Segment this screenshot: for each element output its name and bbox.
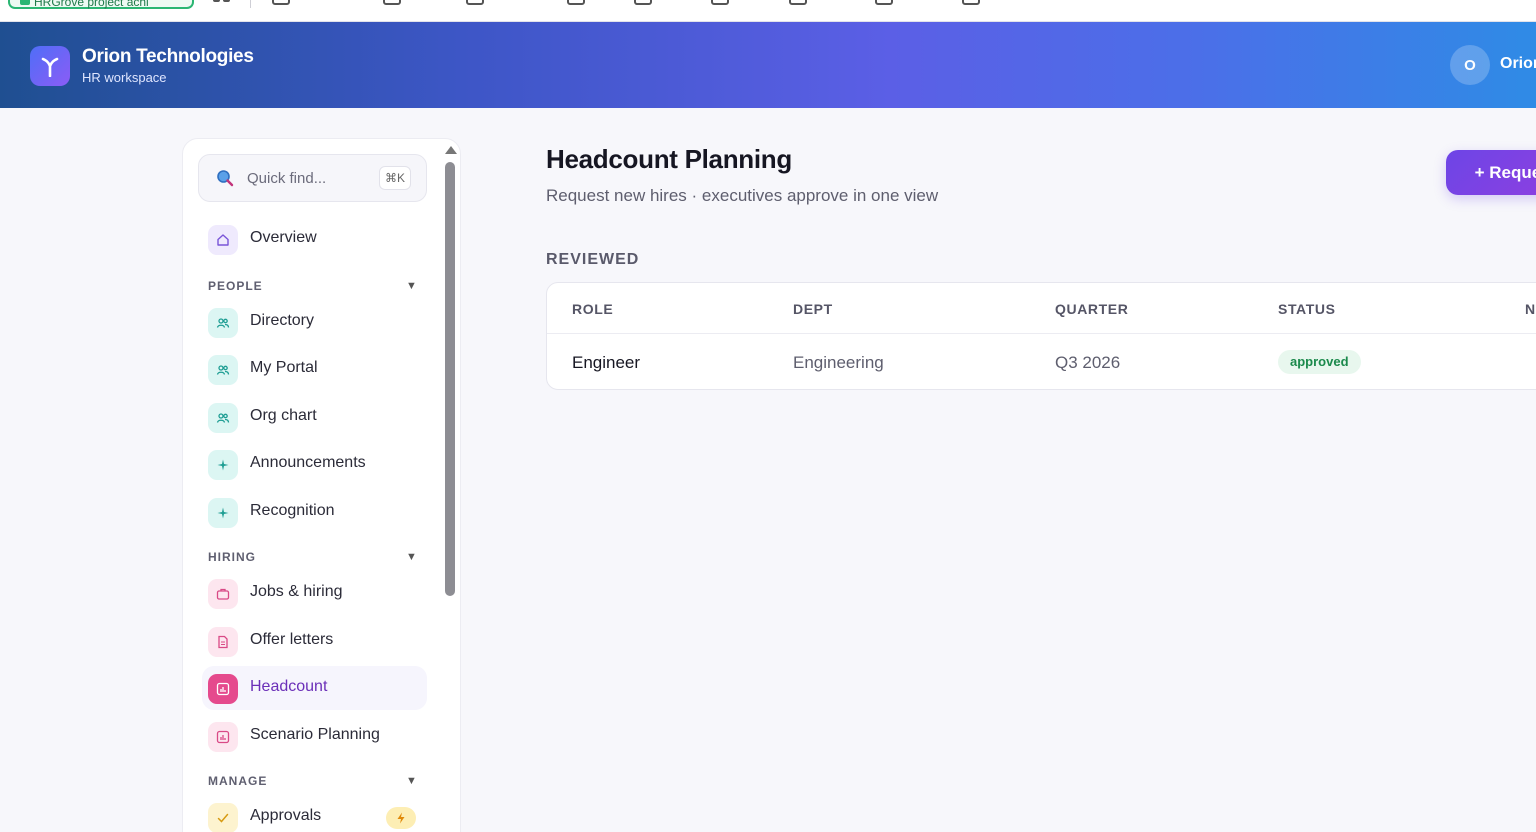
sidebar-item-label: My Portal (250, 359, 318, 376)
sidebar-item-scenario-planning[interactable]: Scenario Planning (202, 714, 427, 758)
section-hiring-header: HIRING (208, 550, 256, 564)
bookmark-folder-icon[interactable] (875, 0, 893, 5)
sidebar-item-label: Headcount (250, 678, 328, 695)
shortcut-hint: ⌘K (379, 166, 411, 190)
sidebar-item-announcements[interactable]: Announcements (202, 442, 427, 486)
sidebar-item-offer-letters[interactable]: Offer letters (202, 619, 427, 663)
users-icon (208, 355, 238, 385)
user-name[interactable]: Orion (1500, 55, 1536, 73)
sidebar-item-my-portal[interactable]: My Portal (202, 347, 427, 391)
section-people-header: PEOPLE (208, 279, 263, 293)
sidebar: Quick find... ⌘K Overview PEOPLE ▼ Direc… (182, 138, 461, 832)
bookmark-folder-icon[interactable] (711, 0, 729, 5)
sidebar-item-label: Directory (250, 312, 315, 329)
cell-role: Engineer (572, 353, 641, 372)
bolt-icon (386, 807, 416, 829)
users-icon (208, 403, 238, 433)
sidebar-item-label: Scenario Planning (250, 726, 380, 743)
page-title: Headcount Planning (546, 144, 792, 174)
document-icon (208, 627, 238, 657)
sidebar-item-label: Offer letters (250, 631, 334, 648)
bookmark-folder-icon[interactable] (567, 0, 585, 5)
column-header-dept[interactable]: DEPT (793, 301, 833, 317)
bookmark-folder-icon[interactable] (789, 0, 807, 5)
sidebar-item-jobs-hiring[interactable]: Jobs & hiring (202, 571, 427, 615)
chevron-down-icon[interactable]: ▼ (406, 775, 417, 787)
bookmark-folder-icon[interactable] (383, 0, 401, 5)
sheet-icon (20, 0, 30, 5)
section-manage-header: MANAGE (208, 774, 268, 788)
headcount-table: ROLE DEPT QUARTER STATUS N Engineer Engi… (546, 282, 1536, 390)
bookmark-hrgrove[interactable]: HRGrove project achi (8, 0, 194, 9)
column-header-role[interactable]: ROLE (572, 301, 613, 317)
app-header: Orion Technologies HR workspace O Orion (0, 22, 1536, 108)
table-divider (547, 333, 1536, 334)
sidebar-item-approvals[interactable]: Approvals (202, 795, 427, 832)
chevron-down-icon[interactable]: ▼ (406, 551, 417, 563)
scroll-thumb[interactable] (445, 162, 455, 596)
column-header-status[interactable]: STATUS (1278, 301, 1336, 317)
chart-icon (208, 722, 238, 752)
scroll-up-arrow-icon[interactable] (445, 146, 457, 154)
apps-grid-icon[interactable] (213, 0, 231, 8)
sidebar-item-overview[interactable]: Overview (202, 217, 427, 261)
sidebar-item-headcount[interactable]: Headcount (202, 666, 427, 710)
request-button[interactable]: + Request (1446, 150, 1536, 195)
sidebar-item-label: Jobs & hiring (250, 583, 343, 600)
bookmark-folder-icon[interactable] (272, 0, 290, 5)
sparkle-icon (208, 450, 238, 480)
users-icon (208, 308, 238, 338)
company-name: Orion Technologies (82, 46, 254, 67)
home-icon (208, 225, 238, 255)
sidebar-item-recognition[interactable]: Recognition (202, 490, 427, 534)
bookmark-folder-icon[interactable] (962, 0, 980, 5)
workspace-label: HR workspace (82, 70, 167, 85)
sidebar-item-label: Approvals (250, 807, 322, 824)
bookmark-separator (250, 0, 251, 8)
user-avatar[interactable]: O (1450, 45, 1490, 85)
status-badge: approved (1278, 350, 1361, 374)
bookmark-folder-icon[interactable] (634, 0, 652, 5)
bookmark-folder-icon[interactable] (466, 0, 484, 5)
page-subtitle: Request new hires · executives approve i… (546, 186, 939, 205)
quick-find-placeholder: Quick find... (247, 170, 327, 187)
cell-quarter: Q3 2026 (1055, 353, 1121, 372)
sidebar-item-label: Overview (250, 229, 317, 246)
sparkle-icon (208, 498, 238, 528)
cell-dept: Engineering (793, 353, 884, 372)
check-icon (208, 803, 238, 832)
logo-y-icon (41, 57, 59, 77)
quick-find-input[interactable]: Quick find... ⌘K (198, 154, 427, 202)
sidebar-item-label: Announcements (250, 454, 366, 471)
sidebar-scrollbar[interactable] (443, 146, 457, 832)
sidebar-item-label: Recognition (250, 502, 335, 519)
sidebar-item-label: Org chart (250, 407, 317, 424)
sidebar-item-org-chart[interactable]: Org chart (202, 395, 427, 439)
chart-icon (208, 674, 238, 704)
chevron-down-icon[interactable]: ▼ (406, 280, 417, 292)
company-logo[interactable] (30, 46, 70, 86)
sidebar-item-directory[interactable]: Directory (202, 300, 427, 344)
bookmarks-bar: HRGrove project achi (0, 0, 1536, 22)
briefcase-icon (208, 579, 238, 609)
search-icon (217, 170, 234, 187)
column-header-quarter[interactable]: QUARTER (1055, 301, 1128, 317)
group-header-reviewed: REVIEWED (546, 251, 640, 268)
column-header-n[interactable]: N (1525, 301, 1536, 317)
